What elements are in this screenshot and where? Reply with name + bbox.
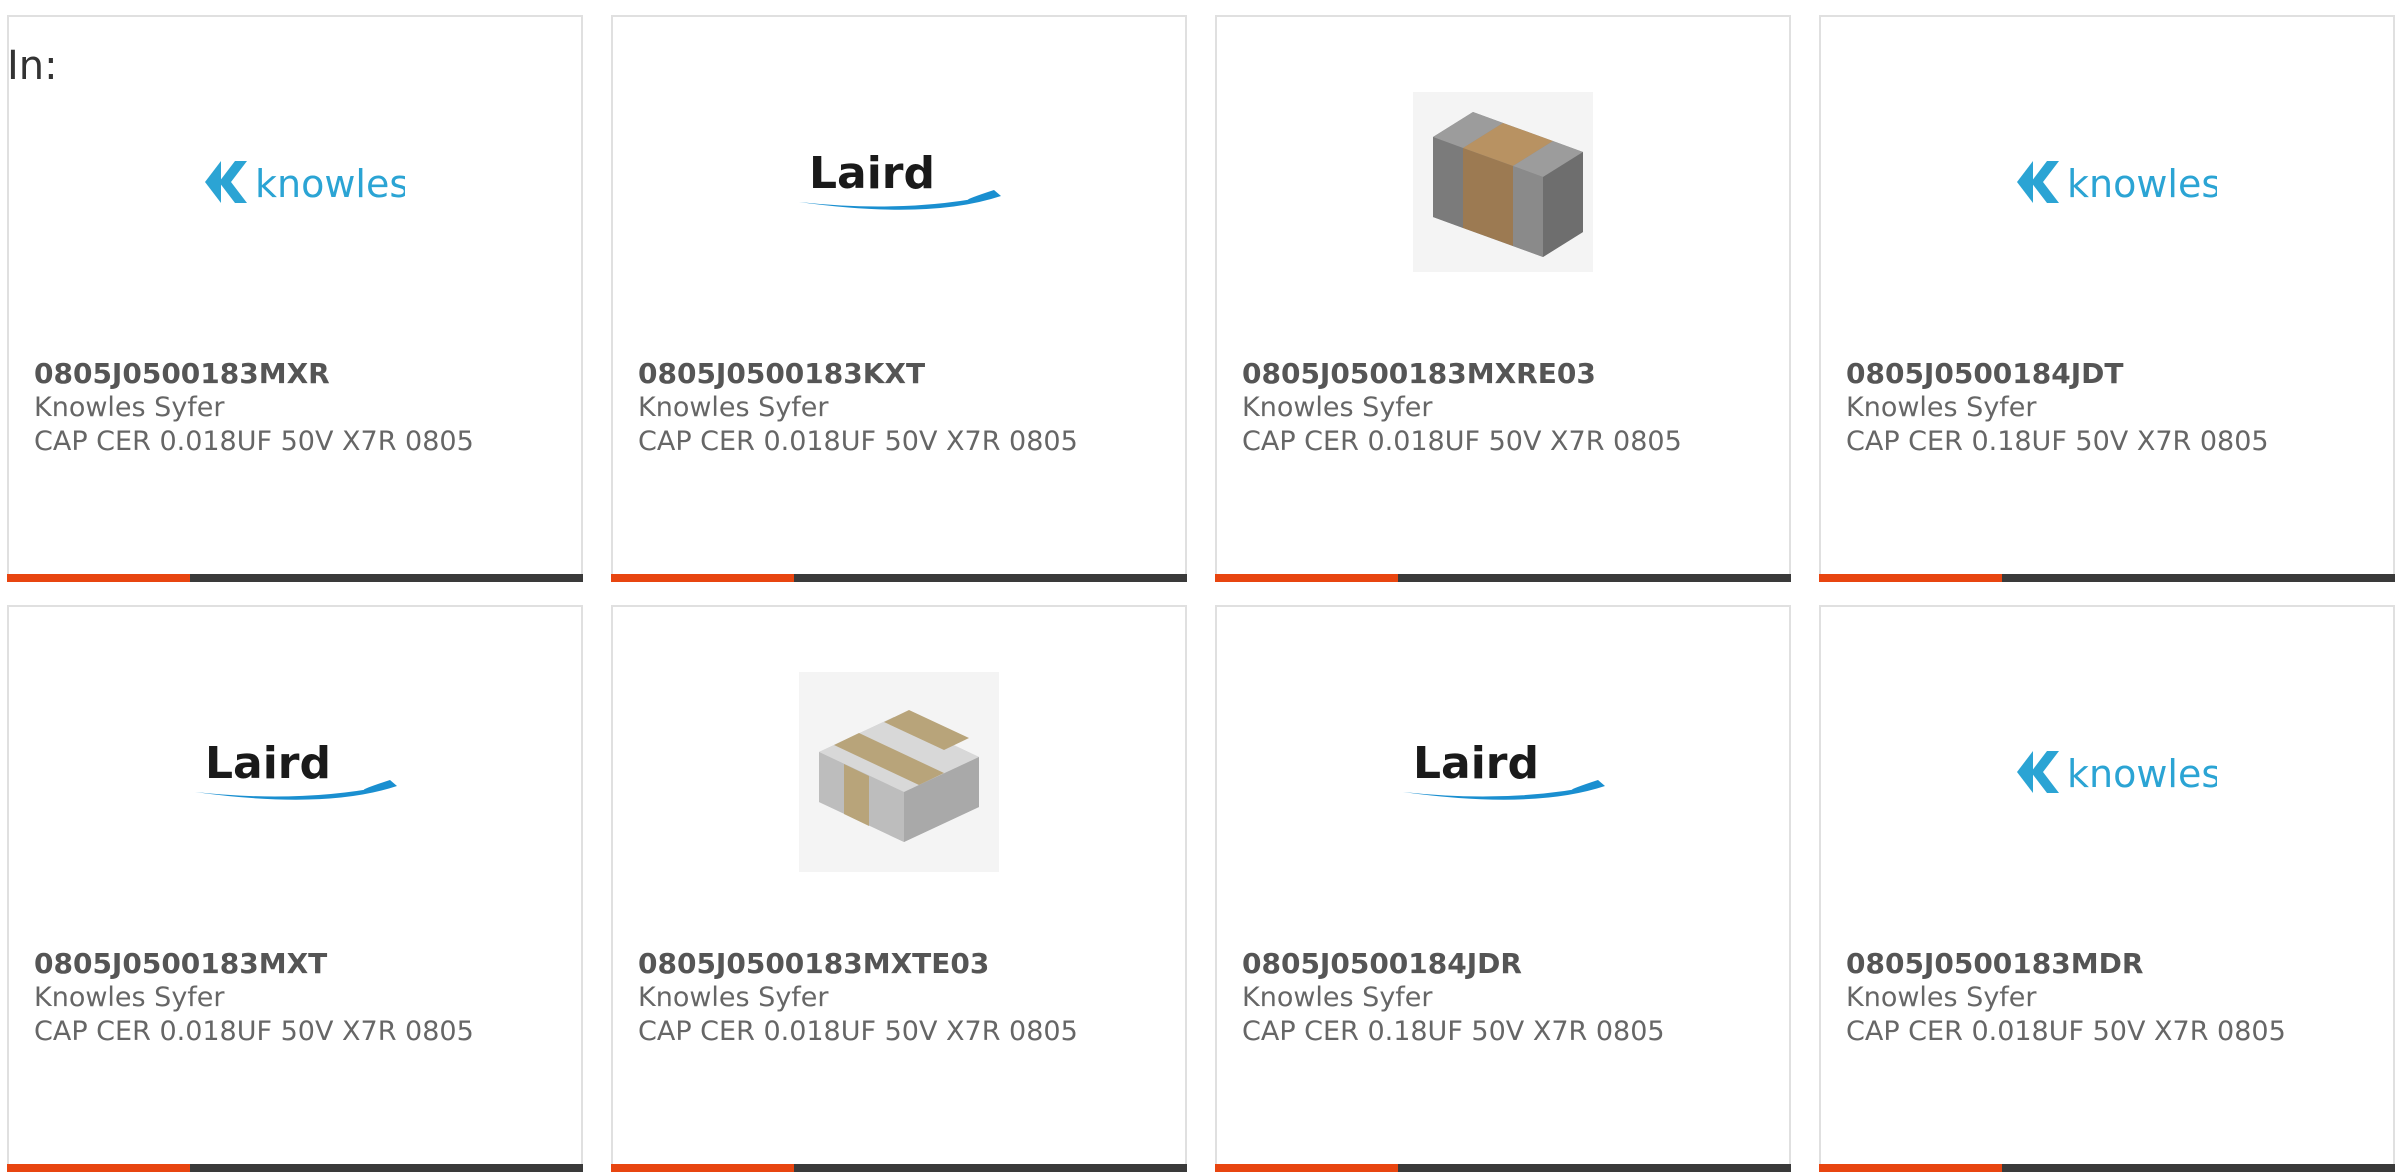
- description: CAP CER 0.018UF 50V X7R 0805: [34, 426, 474, 457]
- card-accent-bar: [7, 1164, 583, 1172]
- part-number[interactable]: 0805J0500183MXR: [34, 357, 571, 391]
- laird-logo-icon: Laird: [799, 148, 1001, 210]
- description: CAP CER 0.018UF 50V X7R 0805: [1242, 426, 1682, 457]
- product-card[interactable]: Laird 0805J0500184JDR Knowles Syfer CAP …: [1215, 605, 1791, 1172]
- laird-logo-icon: Laird: [1403, 738, 1605, 800]
- card-accent-segment: [611, 1164, 794, 1172]
- product-info: 0805J0500183KXT Knowles Syfer CAP CER 0.…: [638, 357, 1175, 459]
- product-card[interactable]: Laird 0805J0500183KXT Knowles Syfer CAP …: [611, 15, 1187, 582]
- laird-logo-icon: Laird: [195, 738, 397, 800]
- product-image[interactable]: Laird: [9, 662, 581, 882]
- manufacturer: Knowles Syfer: [1846, 982, 2037, 1013]
- card-accent-segment: [1819, 1164, 2002, 1172]
- in-label: In:: [7, 43, 58, 89]
- manufacturer: Knowles Syfer: [34, 392, 225, 423]
- manufacturer: Knowles Syfer: [1242, 392, 1433, 423]
- part-number[interactable]: 0805J0500183MDR: [1846, 947, 2383, 981]
- part-number[interactable]: 0805J0500183MXRE03: [1242, 357, 1779, 391]
- product-image[interactable]: Laird: [613, 72, 1185, 292]
- product-info: 0805J0500183MXRE03 Knowles Syfer CAP CER…: [1242, 357, 1779, 459]
- part-number[interactable]: 0805J0500183MXT: [34, 947, 571, 981]
- knowles-logo-icon: knowles: [2017, 751, 2217, 796]
- card-accent-bar: [7, 574, 583, 582]
- manufacturer: Knowles Syfer: [638, 392, 829, 423]
- product-info: 0805J0500183MXR Knowles Syfer CAP CER 0.…: [34, 357, 571, 459]
- card-accent-segment: [1215, 1164, 1398, 1172]
- product-info: 0805J0500183MXTE03 Knowles Syfer CAP CER…: [638, 947, 1175, 1049]
- product-image[interactable]: [1217, 72, 1789, 292]
- product-image[interactable]: knowles: [1821, 662, 2393, 882]
- description: CAP CER 0.18UF 50V X7R 0805: [1846, 426, 2269, 457]
- knowles-logo-text: knowles: [2067, 162, 2217, 206]
- card-accent-segment: [1819, 574, 2002, 582]
- card-accent-bar: [1819, 574, 2395, 582]
- product-card[interactable]: knowles 0805J0500183MDR Knowles Syfer CA…: [1819, 605, 2395, 1172]
- card-accent-segment: [7, 574, 190, 582]
- knowles-logo-text: knowles: [255, 162, 405, 206]
- part-number[interactable]: 0805J0500184JDR: [1242, 947, 1779, 981]
- product-card[interactable]: knowles 0805J0500184JDT Knowles Syfer CA…: [1819, 15, 2395, 582]
- manufacturer: Knowles Syfer: [34, 982, 225, 1013]
- part-number[interactable]: 0805J0500183KXT: [638, 357, 1175, 391]
- manufacturer: Knowles Syfer: [1242, 982, 1433, 1013]
- card-accent-segment: [7, 1164, 190, 1172]
- product-image[interactable]: [613, 662, 1185, 882]
- description: CAP CER 0.18UF 50V X7R 0805: [1242, 1016, 1665, 1047]
- description: CAP CER 0.018UF 50V X7R 0805: [638, 426, 1078, 457]
- product-card[interactable]: 0805J0500183MXRE03 Knowles Syfer CAP CER…: [1215, 15, 1791, 582]
- knowles-logo-icon: knowles: [2017, 161, 2217, 206]
- card-accent-bar: [1819, 1164, 2395, 1172]
- card-accent-bar: [611, 574, 1187, 582]
- card-accent-bar: [1215, 574, 1791, 582]
- knowles-logo-text: knowles: [2067, 752, 2217, 796]
- laird-logo-text: Laird: [1413, 738, 1539, 789]
- card-accent-segment: [1215, 574, 1398, 582]
- product-info: 0805J0500184JDR Knowles Syfer CAP CER 0.…: [1242, 947, 1779, 1049]
- product-info: 0805J0500183MXT Knowles Syfer CAP CER 0.…: [34, 947, 571, 1049]
- product-card[interactable]: 0805J0500183MXTE03 Knowles Syfer CAP CER…: [611, 605, 1187, 1172]
- product-image[interactable]: knowles: [9, 72, 581, 292]
- manufacturer: Knowles Syfer: [638, 982, 829, 1013]
- laird-logo-text: Laird: [205, 738, 331, 789]
- laird-logo-text: Laird: [809, 148, 935, 199]
- manufacturer: Knowles Syfer: [1846, 392, 2037, 423]
- part-number[interactable]: 0805J0500184JDT: [1846, 357, 2383, 391]
- knowles-logo-icon: knowles: [205, 161, 405, 206]
- product-image[interactable]: knowles: [1821, 72, 2393, 292]
- part-number[interactable]: 0805J0500183MXTE03: [638, 947, 1175, 981]
- description: CAP CER 0.018UF 50V X7R 0805: [638, 1016, 1078, 1047]
- product-card[interactable]: knowles 0805J0500183MXR Knowles Syfer CA…: [7, 15, 583, 582]
- capacitor-array-icon: [799, 672, 999, 872]
- card-accent-segment: [611, 574, 794, 582]
- product-image[interactable]: Laird: [1217, 662, 1789, 882]
- description: CAP CER 0.018UF 50V X7R 0805: [1846, 1016, 2286, 1047]
- product-card[interactable]: Laird 0805J0500183MXT Knowles Syfer CAP …: [7, 605, 583, 1172]
- description: CAP CER 0.018UF 50V X7R 0805: [34, 1016, 474, 1047]
- capacitor-chip-icon: [1413, 92, 1593, 272]
- product-info: 0805J0500183MDR Knowles Syfer CAP CER 0.…: [1846, 947, 2383, 1049]
- card-accent-bar: [1215, 1164, 1791, 1172]
- product-info: 0805J0500184JDT Knowles Syfer CAP CER 0.…: [1846, 357, 2383, 459]
- card-accent-bar: [611, 1164, 1187, 1172]
